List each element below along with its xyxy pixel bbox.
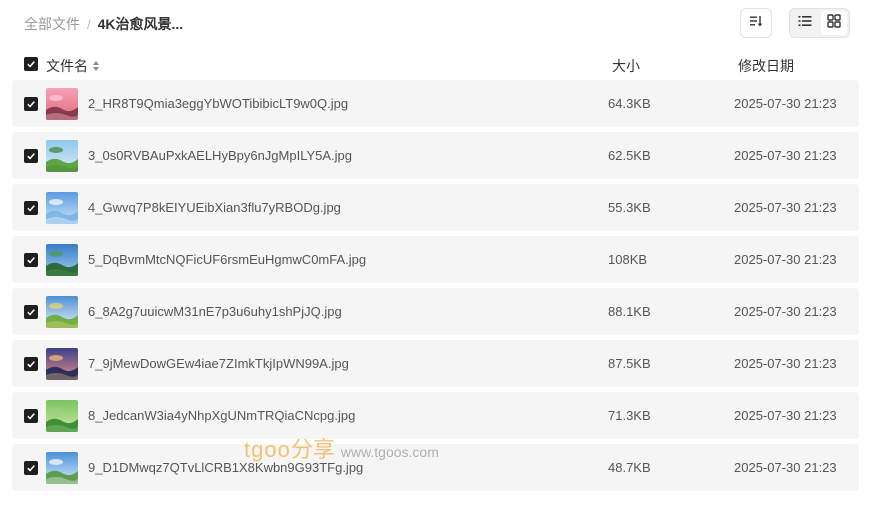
checkmark-icon bbox=[26, 149, 36, 164]
select-all-checkbox[interactable] bbox=[24, 57, 38, 71]
checkmark-icon bbox=[26, 97, 36, 112]
file-size: 71.3KB bbox=[608, 408, 651, 423]
file-size: 108KB bbox=[608, 252, 648, 267]
file-name[interactable]: 2_HR8T9Qmia3eggYbWOTibibicLT9w0Q.jpg bbox=[88, 96, 348, 111]
file-browser: 全部文件 / 4K治愈风景... 文件名 大小 修改日期 2_HR8T9Qmia… bbox=[0, 0, 874, 514]
breadcrumb: 全部文件 / 4K治愈风景... bbox=[24, 14, 183, 34]
row-checkbox[interactable] bbox=[24, 305, 38, 319]
table-row[interactable]: 7_9jMewDowGEw4iae7ZImkTkjIpWN99A.jpg 87.5… bbox=[12, 340, 859, 387]
file-name[interactable]: 9_D1DMwqz7QTvLlCRB1X8Kwbn9G93TFg.jpg bbox=[88, 460, 363, 475]
grid-view-icon bbox=[827, 13, 841, 33]
sort-button[interactable] bbox=[740, 8, 772, 38]
file-name[interactable]: 3_0s0RVBAuPxkAELHyBpy6nJgMpILY5A.jpg bbox=[88, 148, 352, 163]
breadcrumb-current-folder: 4K治愈风景... bbox=[97, 16, 184, 32]
file-date: 2025-07-30 21:23 bbox=[734, 148, 837, 163]
file-date: 2025-07-30 21:23 bbox=[734, 252, 837, 267]
checkmark-icon bbox=[26, 56, 36, 72]
checkmark-icon bbox=[26, 305, 36, 320]
table-row[interactable]: 4_Gwvq7P8kEIYUEibXian3flu7yRBODg.jpg 55.3… bbox=[12, 184, 859, 231]
file-thumbnail bbox=[46, 140, 78, 172]
file-thumbnail bbox=[46, 348, 78, 380]
breadcrumb-separator: / bbox=[87, 16, 91, 32]
file-size: 88.1KB bbox=[608, 304, 651, 319]
file-date: 2025-07-30 21:23 bbox=[734, 96, 837, 111]
row-checkbox[interactable] bbox=[24, 253, 38, 267]
column-header-size[interactable]: 大小 bbox=[612, 56, 640, 76]
file-size: 87.5KB bbox=[608, 356, 651, 371]
file-size: 55.3KB bbox=[608, 200, 651, 215]
row-checkbox[interactable] bbox=[24, 461, 38, 475]
file-size: 64.3KB bbox=[608, 96, 651, 111]
table-row[interactable]: 9_D1DMwqz7QTvLlCRB1X8Kwbn9G93TFg.jpg 48.7… bbox=[12, 444, 859, 491]
file-thumbnail bbox=[46, 244, 78, 276]
file-size: 48.7KB bbox=[608, 460, 651, 475]
checkmark-icon bbox=[26, 409, 36, 424]
file-name[interactable]: 6_8A2g7uuicwM31nE7p3u6uhy1shPjJQ.jpg bbox=[88, 304, 342, 319]
file-date: 2025-07-30 21:23 bbox=[734, 356, 837, 371]
file-date: 2025-07-30 21:23 bbox=[734, 460, 837, 475]
file-thumbnail bbox=[46, 88, 78, 120]
file-name[interactable]: 4_Gwvq7P8kEIYUEibXian3flu7yRBODg.jpg bbox=[88, 200, 341, 215]
file-name[interactable]: 8_JedcanW3ia4yNhpXgUNmTRQiaCNcpg.jpg bbox=[88, 408, 355, 423]
view-toggle bbox=[789, 8, 850, 38]
checkmark-icon bbox=[26, 357, 36, 372]
file-list: 2_HR8T9Qmia3eggYbWOTibibicLT9w0Q.jpg 64.3… bbox=[12, 80, 859, 496]
column-header-name-label: 文件名 bbox=[46, 58, 88, 74]
file-name[interactable]: 5_DqBvmMtcNQFicUF6rsmEuHgmwC0mFA.jpg bbox=[88, 252, 366, 267]
file-name[interactable]: 7_9jMewDowGEw4iae7ZImkTkjIpWN99A.jpg bbox=[88, 356, 349, 371]
list-view-button[interactable] bbox=[792, 11, 818, 35]
column-sort-icon bbox=[92, 60, 100, 72]
grid-view-button[interactable] bbox=[821, 11, 847, 35]
table-row[interactable]: 8_JedcanW3ia4yNhpXgUNmTRQiaCNcpg.jpg 71.3… bbox=[12, 392, 859, 439]
table-row[interactable]: 5_DqBvmMtcNQFicUF6rsmEuHgmwC0mFA.jpg 108K… bbox=[12, 236, 859, 283]
file-thumbnail bbox=[46, 452, 78, 484]
table-header: 文件名 大小 修改日期 bbox=[12, 50, 859, 78]
breadcrumb-root-link[interactable]: 全部文件 bbox=[24, 14, 80, 34]
file-thumbnail bbox=[46, 400, 78, 432]
file-size: 62.5KB bbox=[608, 148, 651, 163]
row-checkbox[interactable] bbox=[24, 201, 38, 215]
row-checkbox[interactable] bbox=[24, 149, 38, 163]
checkmark-icon bbox=[26, 253, 36, 268]
checkmark-icon bbox=[26, 201, 36, 216]
file-date: 2025-07-30 21:23 bbox=[734, 200, 837, 215]
sort-icon bbox=[749, 14, 763, 33]
list-view-icon bbox=[798, 14, 812, 32]
column-header-name[interactable]: 文件名 bbox=[46, 56, 100, 76]
file-date: 2025-07-30 21:23 bbox=[734, 408, 837, 423]
file-date: 2025-07-30 21:23 bbox=[734, 304, 837, 319]
row-checkbox[interactable] bbox=[24, 97, 38, 111]
table-row[interactable]: 3_0s0RVBAuPxkAELHyBpy6nJgMpILY5A.jpg 62.5… bbox=[12, 132, 859, 179]
row-checkbox[interactable] bbox=[24, 357, 38, 371]
table-row[interactable]: 2_HR8T9Qmia3eggYbWOTibibicLT9w0Q.jpg 64.3… bbox=[12, 80, 859, 127]
table-row[interactable]: 6_8A2g7uuicwM31nE7p3u6uhy1shPjJQ.jpg 88.1… bbox=[12, 288, 859, 335]
checkmark-icon bbox=[26, 461, 36, 476]
file-thumbnail bbox=[46, 192, 78, 224]
file-thumbnail bbox=[46, 296, 78, 328]
column-header-date[interactable]: 修改日期 bbox=[738, 56, 794, 76]
row-checkbox[interactable] bbox=[24, 409, 38, 423]
